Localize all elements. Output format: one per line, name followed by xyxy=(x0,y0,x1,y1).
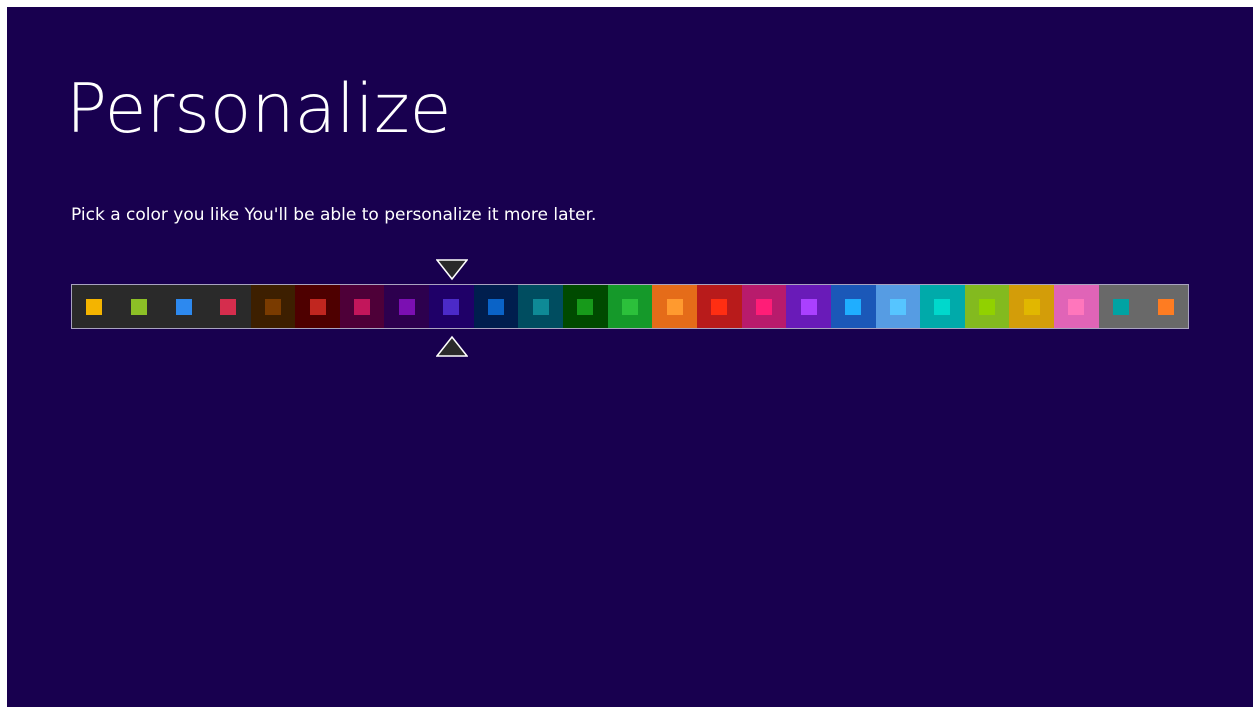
color-chip xyxy=(398,298,415,315)
color-swatch[interactable] xyxy=(875,285,921,328)
color-chip xyxy=(889,298,906,315)
color-swatch[interactable] xyxy=(161,285,206,328)
page-subtitle: Pick a color you like You'll be able to … xyxy=(71,205,597,225)
color-swatch[interactable] xyxy=(652,285,697,328)
color-swatch[interactable] xyxy=(786,285,831,328)
color-chip xyxy=(800,298,817,315)
color-chip xyxy=(220,298,237,315)
color-swatch[interactable] xyxy=(1143,285,1189,328)
color-chip xyxy=(755,298,772,315)
color-swatch[interactable] xyxy=(1009,285,1055,328)
color-swatch[interactable] xyxy=(518,285,564,328)
color-swatch[interactable] xyxy=(339,285,385,328)
color-chip xyxy=(979,298,996,315)
color-chip xyxy=(1068,298,1085,315)
color-chip xyxy=(175,298,192,315)
color-chip xyxy=(86,298,103,315)
color-chip xyxy=(666,298,683,315)
color-chip xyxy=(1023,298,1040,315)
color-swatch[interactable] xyxy=(920,285,965,328)
color-chip xyxy=(934,298,951,315)
color-chip xyxy=(354,298,371,315)
color-chip xyxy=(264,298,281,315)
color-swatch[interactable] xyxy=(295,285,340,328)
color-chip xyxy=(622,298,638,315)
color-swatch[interactable] xyxy=(607,285,653,328)
color-chip xyxy=(1113,298,1130,315)
color-swatch[interactable] xyxy=(250,285,296,328)
color-chip xyxy=(443,298,460,315)
color-chip xyxy=(309,298,326,315)
color-swatch[interactable] xyxy=(741,285,787,328)
color-swatch[interactable] xyxy=(830,285,876,328)
color-chip xyxy=(532,298,549,315)
color-picker-strip[interactable] xyxy=(71,284,1189,329)
color-chip xyxy=(711,298,728,315)
color-swatch[interactable] xyxy=(563,285,608,328)
page-title: Personalize xyxy=(66,70,452,149)
color-chip xyxy=(1157,298,1174,315)
color-chip xyxy=(577,298,594,315)
color-chip xyxy=(130,298,147,315)
color-swatch[interactable] xyxy=(473,285,519,328)
setup-screen: Personalize Pick a color you like You'll… xyxy=(7,7,1253,707)
color-chip xyxy=(845,298,862,315)
color-swatch[interactable] xyxy=(116,285,162,328)
color-swatch[interactable] xyxy=(1054,285,1099,328)
color-chip xyxy=(488,298,505,315)
color-swatch[interactable] xyxy=(1098,285,1144,328)
color-swatch[interactable] xyxy=(696,285,742,328)
color-swatch[interactable] xyxy=(429,285,474,328)
color-swatch[interactable] xyxy=(72,285,117,328)
color-swatch[interactable] xyxy=(384,285,430,328)
color-swatch[interactable] xyxy=(205,285,251,328)
color-swatch[interactable] xyxy=(964,285,1010,328)
